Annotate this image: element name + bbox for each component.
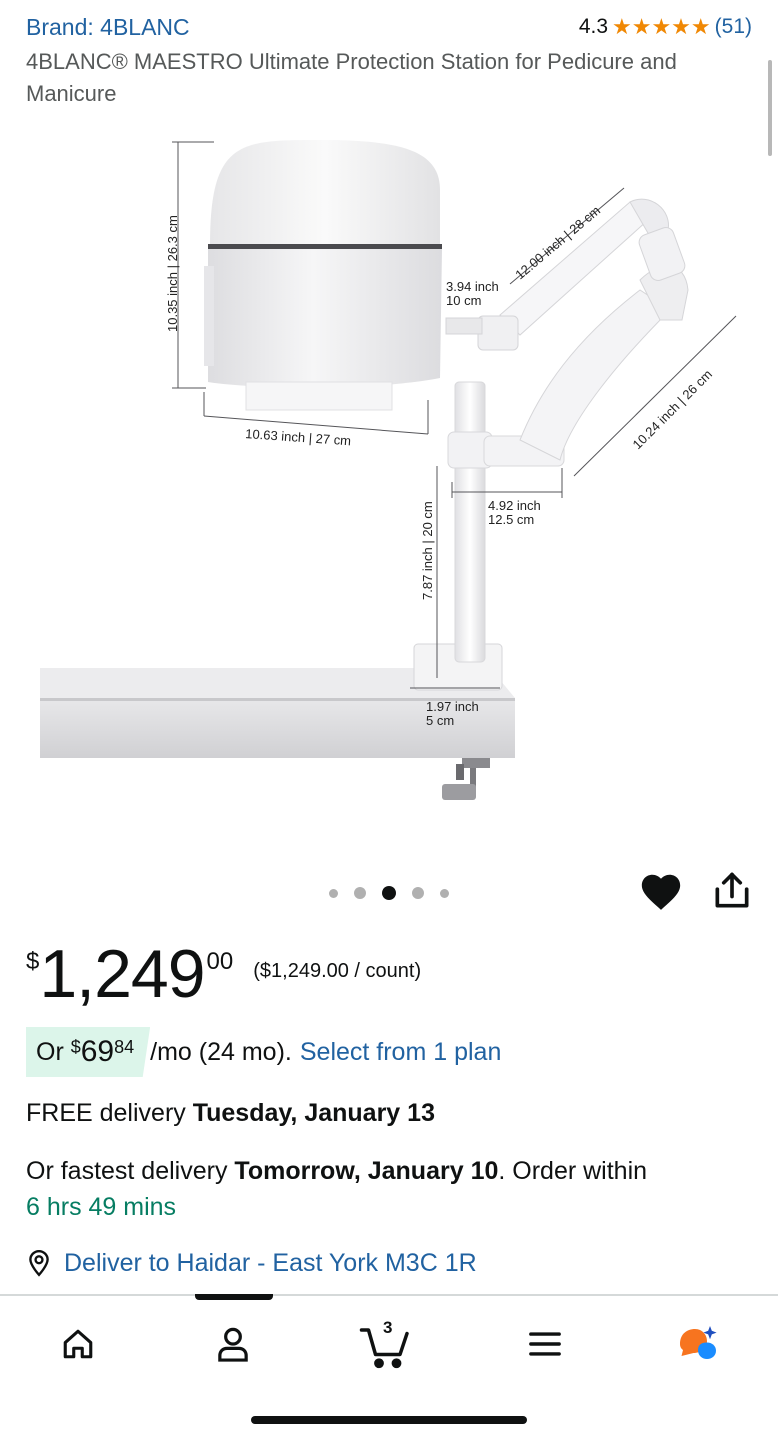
bottom-navigation: 3	[0, 1294, 778, 1440]
dim-pole-label: 7.87 inch | 20 cm	[420, 501, 435, 600]
installment-offer: Or $69 84 /mo (24 mo). Select from 1 plan	[26, 1027, 501, 1077]
nav-menu[interactable]	[515, 1314, 575, 1374]
nav-cart[interactable]: 3	[356, 1314, 416, 1374]
star-rating-icon: ★★★★★	[612, 14, 711, 39]
deliver-to-location[interactable]: Deliver to Haidar - East York M3C 1R	[26, 1245, 477, 1281]
carousel-dot-active[interactable]	[382, 886, 396, 900]
fastest-delivery-date: Tomorrow, January 10	[234, 1157, 499, 1185]
free-delivery-prefix: FREE delivery	[26, 1099, 186, 1127]
installment-term: /mo (24 mo).	[150, 1037, 292, 1066]
rating-summary[interactable]: 4.3 ★★★★★ (51)	[579, 14, 752, 40]
select-plan-link[interactable]: Select from 1 plan	[300, 1038, 502, 1067]
brand-link[interactable]: Brand: 4BLANC	[26, 14, 190, 41]
carousel-dot[interactable]	[329, 888, 338, 898]
dim-height-label: 10.35 inch | 26.3 cm	[165, 215, 180, 332]
installment-prefix: Or	[36, 1037, 64, 1066]
dim-clamp-cm-label: 5 cm	[426, 713, 454, 728]
heart-icon	[641, 874, 681, 910]
installment-currency: $	[70, 1037, 81, 1057]
carousel-dot[interactable]	[440, 888, 449, 898]
unit-price: ($1,249.00 / count)	[253, 960, 422, 982]
product-title: 4BLANC® MAESTRO Ultimate Protection Stat…	[26, 49, 677, 106]
free-delivery-info: FREE delivery Tuesday, January 13	[26, 1096, 435, 1130]
dim-clamp-inch-label: 1.97 inch	[426, 699, 479, 714]
home-icon	[63, 1329, 93, 1359]
rating-value: 4.3	[578, 15, 609, 38]
dim-joint-cm-label: 12.5 cm	[488, 512, 534, 527]
hood-graphic	[204, 140, 442, 411]
installment-fraction: 84	[114, 1037, 135, 1057]
product-image[interactable]: 10.35 inch | 26.3 cm 10.63 inch | 27 cm …	[0, 120, 778, 840]
pole-graphic	[454, 381, 486, 663]
price-fraction: 00	[206, 948, 234, 975]
rating-count[interactable]: (51)	[715, 15, 752, 39]
menu-icon	[529, 1332, 561, 1356]
dim-joint-inch-label: 4.92 inch	[488, 498, 541, 513]
dim-offset-inch-label: 3.94 inch	[446, 279, 499, 294]
deliver-to-text: Deliver to Haidar - East York M3C 1R	[64, 1248, 477, 1277]
dim-width-label: 10.63 inch | 27 cm	[245, 426, 352, 448]
delivery-countdown: 6 hrs 49 mins	[26, 1193, 177, 1221]
installment-whole: 69	[80, 1035, 115, 1068]
dim-offset-cm-label: 10 cm	[446, 293, 481, 308]
wishlist-heart-button[interactable]	[638, 869, 684, 915]
cart-count-badge: 3	[383, 1318, 393, 1337]
rufus-ai-icon	[680, 1326, 717, 1359]
free-delivery-date: Tuesday, January 13	[192, 1099, 435, 1127]
location-pin-icon	[29, 1249, 49, 1277]
account-icon	[218, 1327, 248, 1362]
installment-amount-badge: Or $69 84	[26, 1027, 151, 1077]
carousel-dot[interactable]	[412, 887, 424, 899]
order-within-label: . Order within	[498, 1157, 648, 1185]
nav-home[interactable]	[48, 1314, 108, 1374]
fastest-delivery-prefix: Or fastest delivery	[26, 1157, 228, 1185]
nav-active-indicator	[195, 1294, 273, 1300]
carousel-dot[interactable]	[354, 887, 366, 899]
price-block: $ 1,249 00 ($1,249.00 / count)	[26, 938, 421, 1010]
share-button[interactable]	[710, 868, 754, 914]
fastest-delivery-info: Or fastest delivery Tomorrow, January 10…	[26, 1153, 758, 1225]
price-currency: $	[26, 948, 40, 975]
home-indicator[interactable]	[251, 1416, 527, 1424]
nav-account[interactable]	[203, 1314, 263, 1374]
brand-row: Brand: 4BLANC 4.3 ★★★★★ (51)	[26, 14, 752, 44]
nav-rufus-ai[interactable]	[668, 1314, 728, 1374]
price-whole: 1,249	[39, 936, 205, 1012]
share-icon	[715, 872, 749, 908]
